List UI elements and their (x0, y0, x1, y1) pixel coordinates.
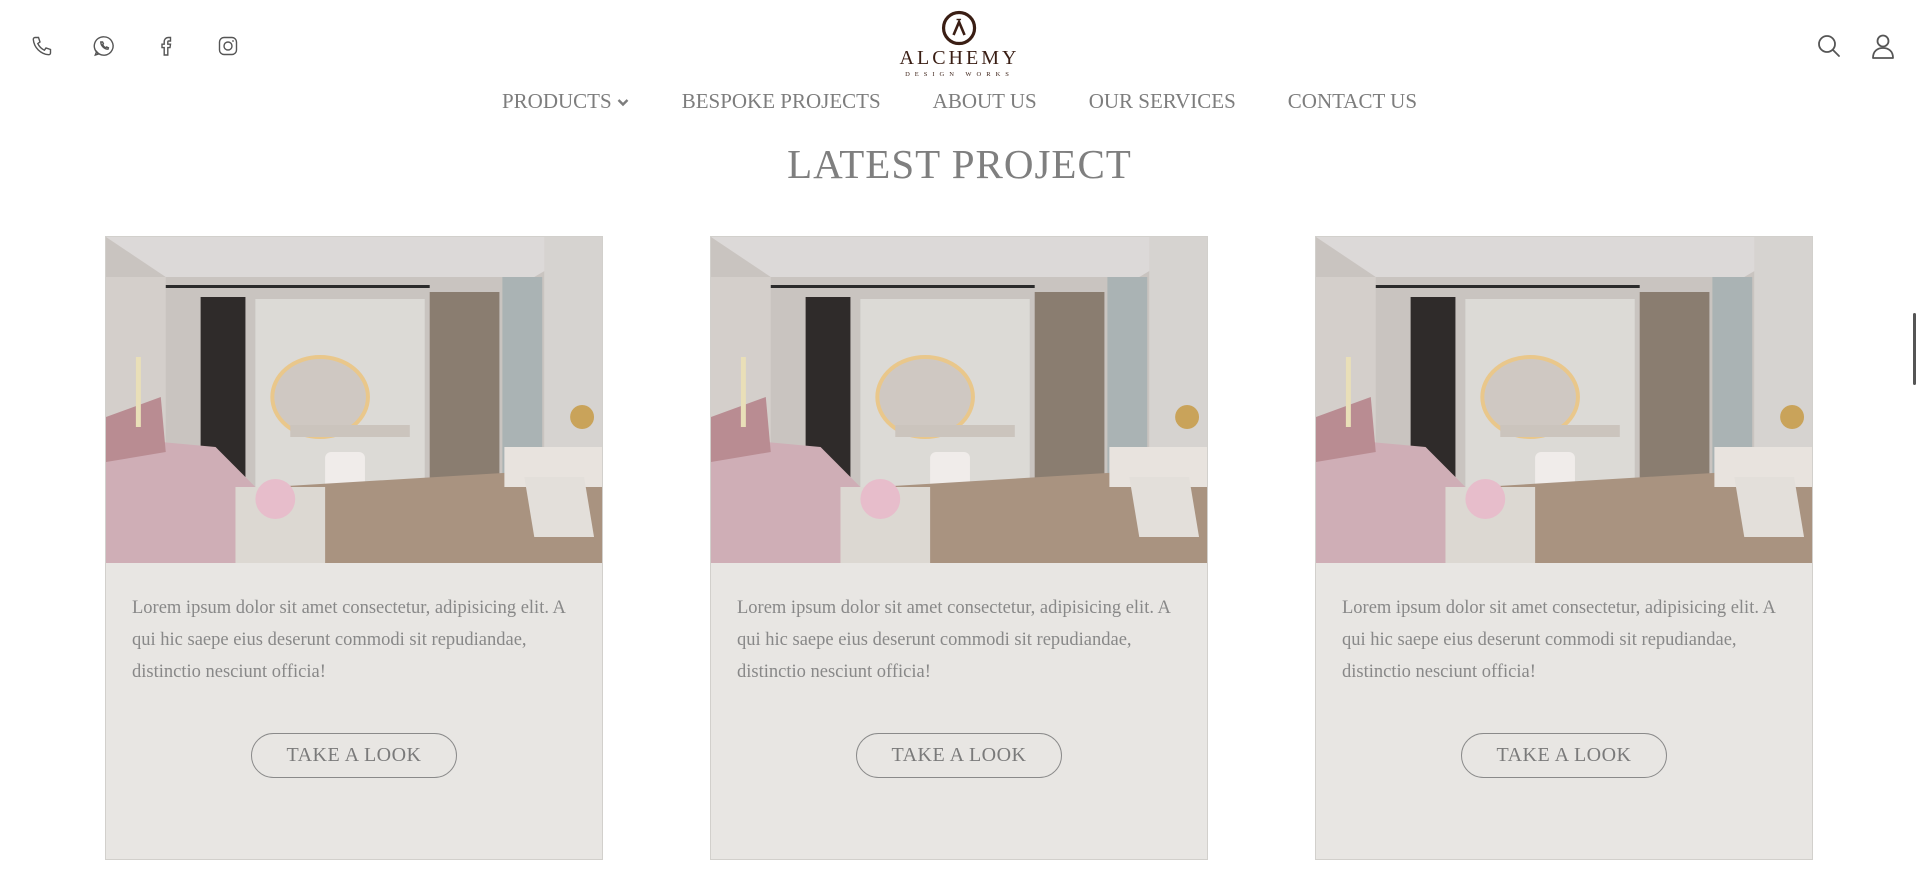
nav-item-about-us[interactable]: ABOUT US (933, 89, 1037, 114)
nav-item-label: PRODUCTS (501, 89, 612, 113)
instagram-icon[interactable] (216, 34, 240, 58)
brand-name: ALCHEMY (899, 47, 1020, 69)
project-card: Lorem ipsum dolor sit amet consectetur, … (710, 236, 1208, 860)
facebook-icon[interactable] (154, 34, 178, 58)
search-icon[interactable] (1815, 32, 1843, 60)
bedroom-photo[interactable] (1316, 237, 1812, 563)
project-card: Lorem ipsum dolor sit amet consectetur, … (1315, 236, 1813, 860)
user-icon[interactable] (1869, 32, 1897, 60)
section-title: LATEST PROJECT (787, 141, 1132, 187)
card-description: Lorem ipsum dolor sit amet consectetur, … (1342, 598, 1775, 682)
chevron-down-icon (617, 98, 629, 106)
main-nav: PRODUCTS BESPOKE PROJECTS ABOUT US OUR S… (0, 89, 1919, 114)
whatsapp-icon[interactable] (92, 34, 116, 58)
logo-mark-icon (942, 10, 977, 46)
nav-item-our-services[interactable]: OUR SERVICES (1089, 89, 1236, 114)
project-card: Lorem ipsum dolor sit amet consectetur, … (105, 236, 603, 860)
nav-item-contact-us[interactable]: CONTACT US (1288, 89, 1417, 114)
take-a-look-button[interactable]: TAKE A LOOK (1461, 733, 1667, 778)
brand-tagline: DESIGN WORKS (905, 71, 1014, 78)
card-description: Lorem ipsum dolor sit amet consectetur, … (132, 598, 565, 682)
nav-item-bespoke-projects[interactable]: BESPOKE PROJECTS (682, 89, 881, 114)
social-links (30, 34, 240, 58)
scrollbar-thumb[interactable] (1913, 313, 1916, 385)
header-actions (1815, 32, 1897, 60)
brand-logo[interactable]: ALCHEMY DESIGN WORKS (900, 10, 1020, 78)
phone-icon[interactable] (30, 34, 54, 58)
bedroom-photo[interactable] (711, 237, 1207, 563)
take-a-look-button[interactable]: TAKE A LOOK (251, 733, 457, 778)
take-a-look-button[interactable]: TAKE A LOOK (856, 733, 1062, 778)
nav-item-products[interactable]: PRODUCTS (502, 89, 630, 114)
bedroom-photo[interactable] (106, 237, 602, 563)
card-description: Lorem ipsum dolor sit amet consectetur, … (737, 598, 1170, 682)
